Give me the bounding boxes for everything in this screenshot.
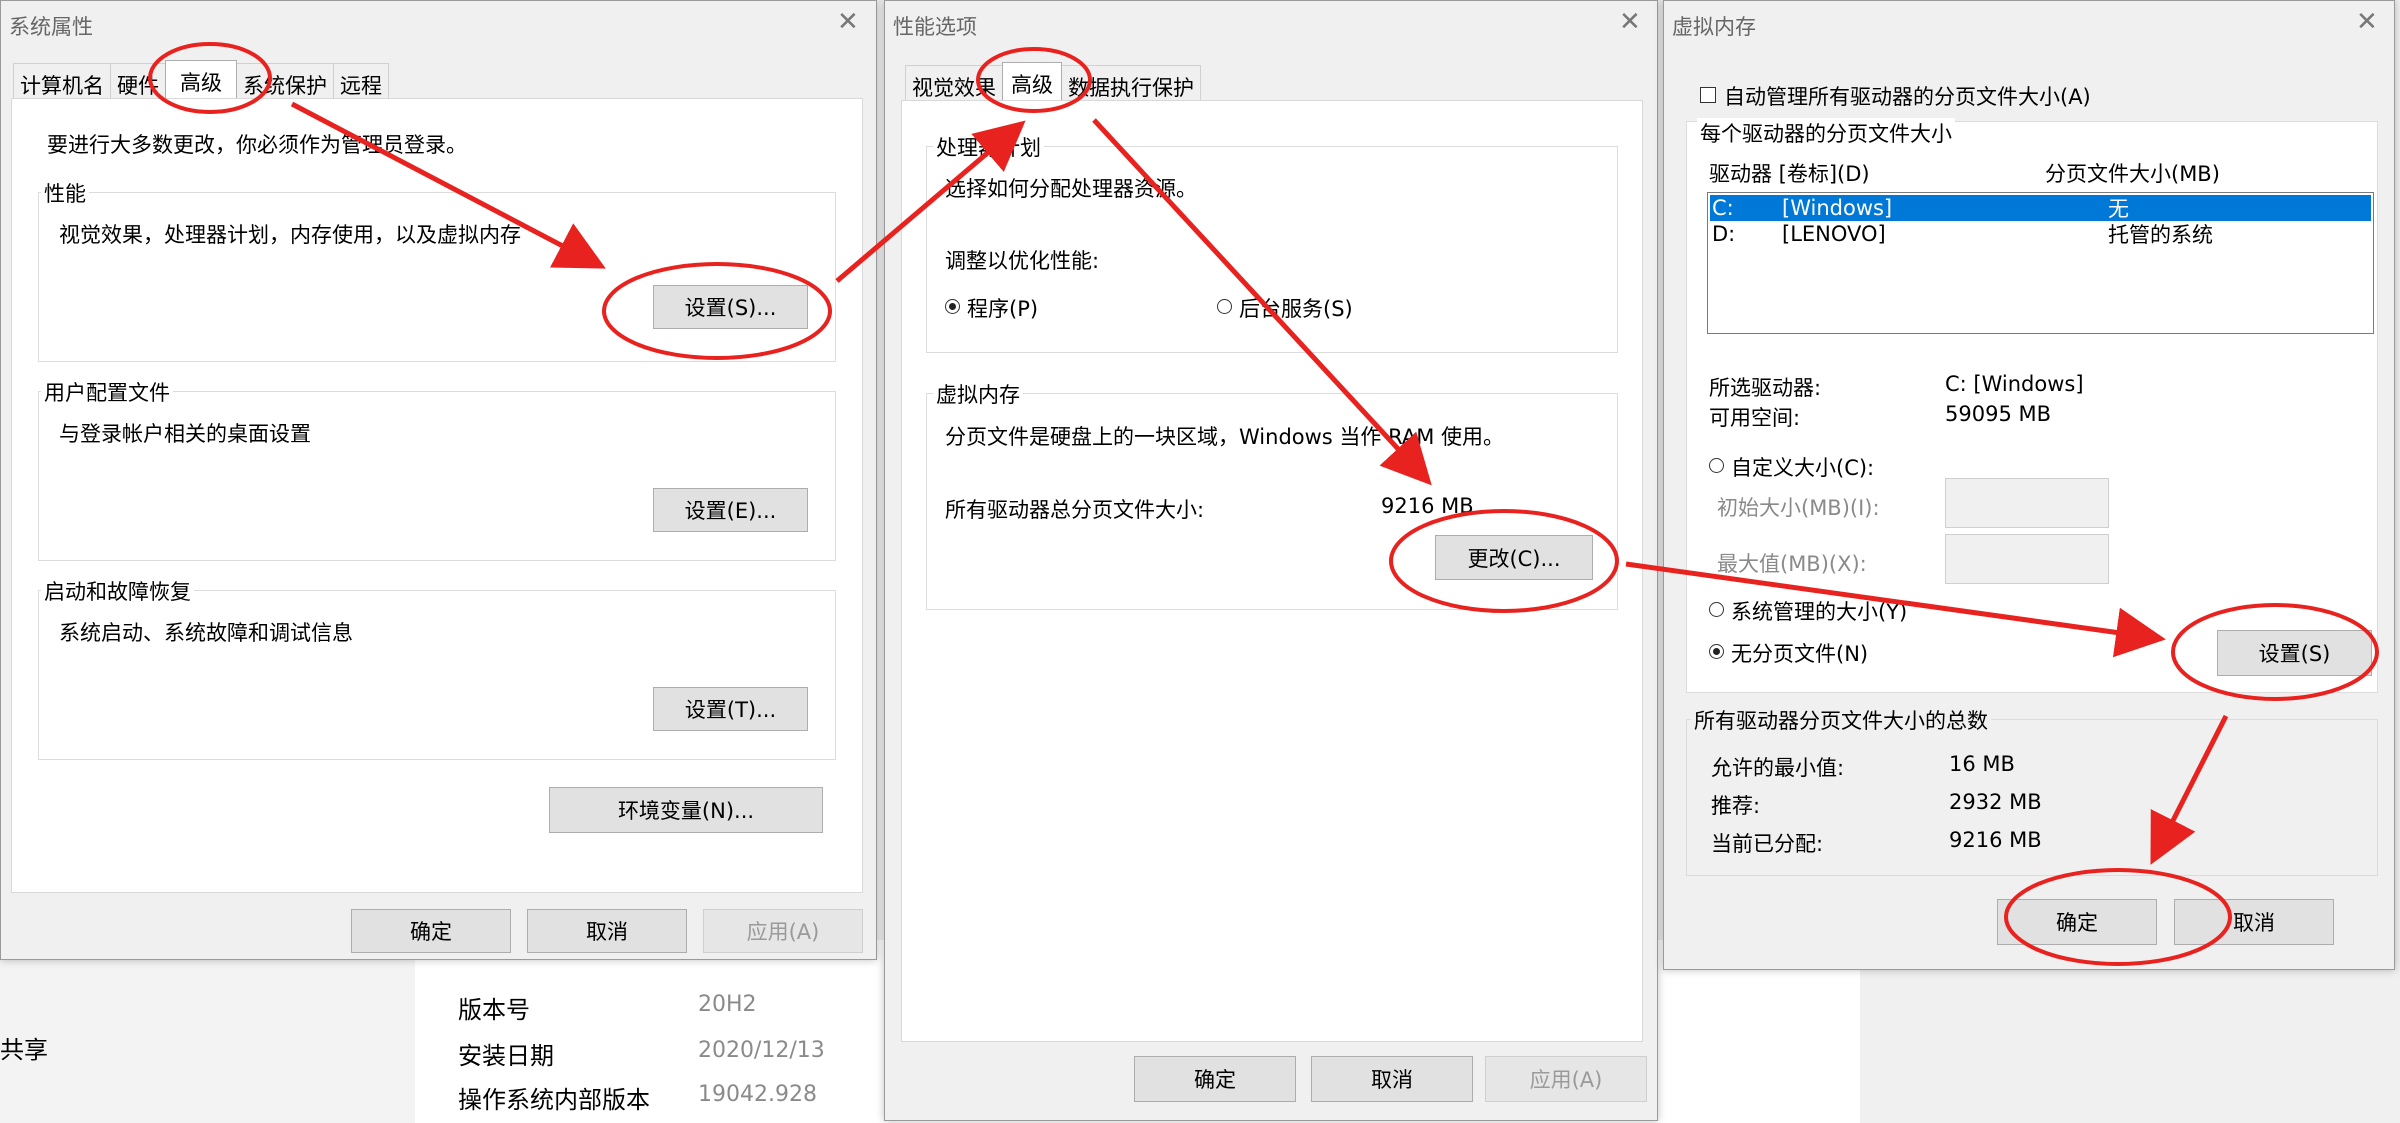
environment-variables-button[interactable]: 环境变量(N)... [549, 787, 823, 833]
advanced-tab-page: 要进行大多数更改，你必须作为管理员登录。 性能 视觉效果，处理器计划，内存使用，… [11, 98, 863, 893]
drive-letter: C: [1712, 196, 1734, 220]
radio-no-paging-file-label[interactable]: 无分页文件(N) [1731, 638, 1868, 668]
close-icon[interactable]: ✕ [837, 9, 859, 35]
ok-button[interactable]: 确定 [351, 909, 511, 953]
per-drive-title: 每个驱动器的分页文件大小 [1697, 118, 1955, 148]
radio-background-services-label[interactable]: 后台服务(S) [1239, 293, 1353, 323]
close-icon[interactable]: ✕ [1619, 9, 1641, 35]
auto-manage-checkbox[interactable] [1700, 87, 1716, 103]
initial-size-label: 初始大小(MB)(I): [1717, 496, 1880, 520]
startup-recovery-description: 系统启动、系统故障和调试信息 [59, 621, 353, 645]
performance-description: 视觉效果，处理器计划，内存使用，以及虚拟内存 [59, 223, 521, 247]
drive-label: [Windows] [1782, 196, 1893, 220]
change-virtual-memory-button[interactable]: 更改(C)... [1435, 535, 1593, 580]
virtual-memory-dialog: 虚拟内存 ✕ 自动管理所有驱动器的分页文件大小(A) 每个驱动器的分页文件大小 … [1663, 0, 2395, 970]
radio-no-paging-file[interactable] [1709, 644, 1724, 659]
per-drive-section: 每个驱动器的分页文件大小 驱动器 [卷标](D) 分页文件大小(MB) C: [… [1686, 118, 2378, 693]
user-profiles-settings-button[interactable]: 设置(E)... [653, 488, 808, 532]
ok-button[interactable]: 确定 [1134, 1056, 1296, 1102]
startup-recovery-settings-button[interactable]: 设置(T)... [653, 687, 808, 731]
background-left-pane [0, 940, 415, 1123]
bg-row-value-install-date: 2020/12/13 [698, 1038, 825, 1063]
dialog-title: 虚拟内存 [1672, 15, 1756, 39]
bg-row-label-install-date: 安装日期 [458, 1042, 554, 1070]
cancel-button[interactable]: 取消 [527, 909, 687, 953]
performance-group: 性能 视觉效果，处理器计划，内存使用，以及虚拟内存 设置(S)... [38, 178, 836, 362]
min-allowed-value: 16 MB [1949, 752, 2015, 776]
drive-row-c[interactable]: C: [Windows] 无 [1710, 195, 2371, 221]
radio-programs[interactable] [945, 299, 960, 314]
user-profiles-group: 用户配置文件 与登录帐户相关的桌面设置 设置(E)... [38, 377, 836, 561]
radio-background-services[interactable] [1217, 299, 1232, 314]
drive-row-d[interactable]: D: [LENOVO] 托管的系统 [1710, 221, 2371, 247]
bg-row-value-version: 20H2 [698, 992, 757, 1017]
radio-custom-size-label[interactable]: 自定义大小(C): [1731, 452, 1874, 482]
allocated-label: 当前已分配: [1711, 832, 1824, 856]
performance-title: 性能 [41, 178, 89, 208]
dialog-title: 系统属性 [9, 15, 93, 39]
max-size-label: 最大值(MB)(X): [1717, 552, 1867, 576]
performance-settings-button[interactable]: 设置(S)... [653, 285, 808, 329]
bg-row-label-os-build: 操作系统内部版本 [458, 1086, 650, 1114]
dialog-title: 性能选项 [893, 15, 977, 39]
drive-size: 托管的系统 [2108, 223, 2213, 247]
radio-system-managed[interactable] [1709, 602, 1724, 617]
totals-title: 所有驱动器分页文件大小的总数 [1691, 705, 1991, 735]
column-header-drive: 驱动器 [卷标](D) [1709, 162, 1870, 186]
recommended-value: 2932 MB [1949, 790, 2042, 814]
processor-scheduling-title: 处理器计划 [933, 132, 1044, 162]
virtual-memory-group: 虚拟内存 分页文件是硬盘上的一块区域，Windows 当作 RAM 使用。 所有… [926, 379, 1618, 610]
performance-options-dialog: 性能选项 ✕ 视觉效果 高级 数据执行保护 处理器计划 选择如何分配处理器资源。… [884, 0, 1658, 1121]
system-properties-dialog: 系统属性 ✕ 计算机名 硬件 高级 系统保护 远程 要进行大多数更改，你必须作为… [0, 0, 877, 960]
drive-label: [LENOVO] [1782, 222, 1886, 246]
virtual-memory-description: 分页文件是硬盘上的一块区域，Windows 当作 RAM 使用。 [945, 425, 1504, 449]
user-profiles-title: 用户配置文件 [41, 377, 173, 407]
ok-button[interactable]: 确定 [1997, 899, 2157, 945]
free-space-value: 59095 MB [1945, 402, 2052, 426]
max-size-input[interactable] [1945, 534, 2109, 584]
min-allowed-label: 允许的最小值: [1711, 756, 1845, 780]
startup-recovery-title: 启动和故障恢复 [41, 576, 194, 606]
radio-system-managed-label[interactable]: 系统管理的大小(Y) [1731, 596, 1907, 626]
auto-manage-label[interactable]: 自动管理所有驱动器的分页文件大小(A) [1724, 81, 2091, 111]
drive-list[interactable]: C: [Windows] 无 D: [LENOVO] 托管的系统 [1707, 192, 2374, 334]
processor-description: 选择如何分配处理器资源。 [945, 177, 1197, 201]
user-profiles-description: 与登录帐户相关的桌面设置 [59, 422, 311, 446]
bg-row-label-version: 版本号 [458, 996, 530, 1024]
startup-recovery-group: 启动和故障恢复 系统启动、系统故障和调试信息 设置(T)... [38, 576, 836, 760]
apply-button[interactable]: 应用(A) [1485, 1056, 1647, 1102]
recommended-label: 推荐: [1711, 794, 1761, 818]
virtual-memory-title: 虚拟内存 [933, 379, 1023, 409]
initial-size-input[interactable] [1945, 478, 2109, 528]
background-share-label: 共享 [0, 1036, 48, 1064]
allocated-value: 9216 MB [1949, 828, 2042, 852]
selected-drive-value: C: [Windows] [1945, 372, 2084, 396]
cancel-button[interactable]: 取消 [2174, 899, 2334, 945]
radio-custom-size[interactable] [1709, 458, 1724, 473]
advanced-tab-page: 处理器计划 选择如何分配处理器资源。 调整以优化性能: 程序(P) 后台服务(S… [901, 100, 1643, 1042]
totals-section: 所有驱动器分页文件大小的总数 允许的最小值: 16 MB 推荐: 2932 MB… [1686, 705, 2378, 876]
optimize-label: 调整以优化性能: [945, 249, 1100, 273]
set-button[interactable]: 设置(S) [2217, 630, 2372, 676]
total-paging-value: 9216 MB [1381, 494, 1474, 518]
cancel-button[interactable]: 取消 [1311, 1056, 1473, 1102]
radio-programs-label[interactable]: 程序(P) [967, 293, 1038, 323]
total-paging-label: 所有驱动器总分页文件大小: [945, 498, 1205, 522]
selected-drive-label: 所选驱动器: [1709, 376, 1822, 400]
close-icon[interactable]: ✕ [2356, 9, 2378, 35]
processor-scheduling-group: 处理器计划 选择如何分配处理器资源。 调整以优化性能: 程序(P) 后台服务(S… [926, 132, 1618, 353]
free-space-label: 可用空间: [1709, 406, 1801, 430]
bg-row-value-os-build: 19042.928 [698, 1082, 817, 1107]
column-header-size: 分页文件大小(MB) [2045, 162, 2220, 186]
admin-note: 要进行大多数更改，你必须作为管理员登录。 [47, 133, 467, 157]
apply-button[interactable]: 应用(A) [703, 909, 863, 953]
drive-letter: D: [1712, 222, 1736, 246]
